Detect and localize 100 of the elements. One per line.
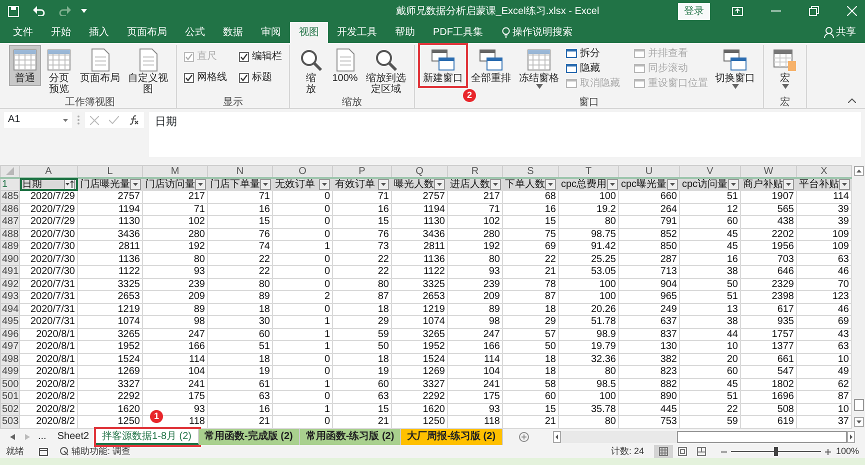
row-header[interactable]: 489 xyxy=(0,240,20,253)
column-header[interactable]: X xyxy=(796,166,852,178)
ribbon-button[interactable]: 100% xyxy=(329,45,361,86)
ribbon-button[interactable]: 自定义视图 xyxy=(125,45,171,97)
row-header[interactable]: 486 xyxy=(0,203,20,216)
handle-icon[interactable] xyxy=(77,115,80,125)
sheet-tab[interactable]: 常用函数-完成版 (2) xyxy=(198,428,300,444)
row-header[interactable]: 501 xyxy=(0,390,20,403)
checkbox[interactable]: 标题 xyxy=(237,70,284,85)
menu-tab[interactable]: 插入 xyxy=(80,22,118,43)
filter-button[interactable] xyxy=(434,179,445,190)
column-header[interactable]: S xyxy=(502,166,558,178)
name-box[interactable]: A1 xyxy=(4,112,72,128)
zoom-in-icon[interactable] xyxy=(824,448,831,454)
scrollbar-thumb[interactable] xyxy=(854,399,864,411)
ribbon-button[interactable]: 缩放到选定区域 xyxy=(363,45,409,97)
zoom-out-icon[interactable] xyxy=(720,448,727,454)
row-header[interactable]: 499 xyxy=(0,366,20,378)
sheet-tab[interactable]: 大厂周报-练习版 (2) xyxy=(401,428,503,444)
column-header[interactable]: A xyxy=(20,166,78,178)
ribbon-display-icon[interactable] xyxy=(732,6,743,16)
row-header[interactable]: 503 xyxy=(0,416,20,428)
menu-tab[interactable]: 视图 xyxy=(290,22,328,43)
menu-tab[interactable]: PDF工具集 xyxy=(424,22,492,43)
save-icon[interactable] xyxy=(8,6,19,16)
zoom-slider-thumb[interactable] xyxy=(774,447,778,456)
filter-button[interactable] xyxy=(130,179,141,190)
filter-button[interactable] xyxy=(260,179,271,190)
row-header[interactable]: 485 xyxy=(0,190,20,203)
ribbon-button[interactable]: 冻结窗格 xyxy=(516,45,562,91)
ribbon-button[interactable]: 页面布局 xyxy=(77,45,123,86)
ribbon-button[interactable]: 缩放 xyxy=(295,45,327,97)
function-icon[interactable] xyxy=(129,115,139,125)
checkbox[interactable]: 网格线 xyxy=(182,70,229,85)
undo-icon[interactable] xyxy=(33,6,45,16)
column-header[interactable]: V xyxy=(680,166,740,178)
ribbon-button[interactable]: 宏 xyxy=(769,45,801,91)
filter-button[interactable] xyxy=(195,179,206,190)
search-hint[interactable]: 操作说明搜索 xyxy=(512,25,572,40)
column-header[interactable]: R xyxy=(448,166,502,178)
ribbon-button[interactable]: 分页预览 xyxy=(43,45,75,97)
filter-button[interactable] xyxy=(545,179,556,190)
share-button[interactable]: 共享 xyxy=(836,25,856,40)
menu-tab[interactable]: 开发工具 xyxy=(328,22,386,43)
row-header[interactable]: 498 xyxy=(0,353,20,366)
row-header[interactable]: 502 xyxy=(0,403,20,416)
column-header[interactable]: Q xyxy=(392,166,448,178)
scrollbar-thumb[interactable] xyxy=(677,430,847,442)
filter-button[interactable] xyxy=(783,179,794,190)
filter-button[interactable] xyxy=(378,179,389,190)
menu-tab[interactable]: 公式 xyxy=(176,22,214,43)
column-header[interactable]: O xyxy=(272,166,332,178)
menu-tab[interactable]: 帮助 xyxy=(386,22,424,43)
row-header[interactable]: 496 xyxy=(0,328,20,340)
formula-field[interactable]: 日期 xyxy=(149,112,861,157)
zoom-level[interactable]: 100% xyxy=(836,444,859,458)
ribbon-button[interactable]: 全部重排 xyxy=(468,45,514,86)
filter-button[interactable] xyxy=(666,179,678,190)
row-header[interactable]: 1 xyxy=(0,178,20,190)
menu-tab[interactable]: 开始 xyxy=(42,22,80,43)
row-header[interactable]: 497 xyxy=(0,340,20,353)
login-button[interactable]: 登录 xyxy=(678,2,710,20)
customize-icon[interactable] xyxy=(81,9,87,13)
row-header[interactable]: 492 xyxy=(0,278,20,290)
menu-tab[interactable]: 审阅 xyxy=(252,22,290,43)
sheet-tab[interactable]: 拌客源数据1-8月 (2) xyxy=(96,428,198,444)
ribbon-button[interactable]: 切换窗口 xyxy=(712,45,758,91)
scroll-up-icon[interactable] xyxy=(854,166,864,176)
filter-button[interactable] xyxy=(319,179,330,190)
ribbon-button[interactable]: 隐藏 xyxy=(564,61,622,76)
sheet-tab[interactable]: 常用函数-练习版 (2) xyxy=(300,428,402,444)
column-header[interactable]: U xyxy=(618,166,680,178)
scroll-left-icon[interactable] xyxy=(10,434,15,440)
row-header[interactable]: 493 xyxy=(0,290,20,303)
scroll-left-icon[interactable] xyxy=(552,430,561,442)
row-header[interactable]: 487 xyxy=(0,216,20,228)
column-header[interactable]: N xyxy=(208,166,272,178)
collapse-icon[interactable] xyxy=(848,98,856,103)
ribbon-button[interactable]: 拆分 xyxy=(564,46,622,61)
close-icon[interactable] xyxy=(847,6,857,16)
ribbon-button[interactable]: 新建窗口 xyxy=(420,45,466,86)
column-header[interactable]: W xyxy=(740,166,796,178)
column-header[interactable]: P xyxy=(332,166,392,178)
column-header[interactable]: M xyxy=(142,166,208,178)
lightbulb-icon[interactable] xyxy=(502,27,510,38)
scroll-right-icon[interactable] xyxy=(847,430,855,442)
filter-button[interactable] xyxy=(839,179,850,190)
accessibility-status[interactable]: 辅助功能: 调查 xyxy=(72,444,131,458)
add-sheet-icon[interactable] xyxy=(518,432,529,442)
menu-tab[interactable]: 数据 xyxy=(214,22,252,43)
filter-button[interactable] xyxy=(490,179,501,190)
checkbox[interactable]: 编辑栏 xyxy=(237,49,284,64)
row-header[interactable]: 494 xyxy=(0,303,20,316)
restore-icon[interactable] xyxy=(809,6,819,16)
row-header[interactable]: 491 xyxy=(0,266,20,278)
column-header[interactable]: T xyxy=(558,166,618,178)
macro-record-icon[interactable] xyxy=(39,447,48,456)
filter-button[interactable] xyxy=(728,179,739,190)
menu-tab[interactable]: 文件 xyxy=(4,22,42,43)
row-header[interactable]: 488 xyxy=(0,228,20,240)
